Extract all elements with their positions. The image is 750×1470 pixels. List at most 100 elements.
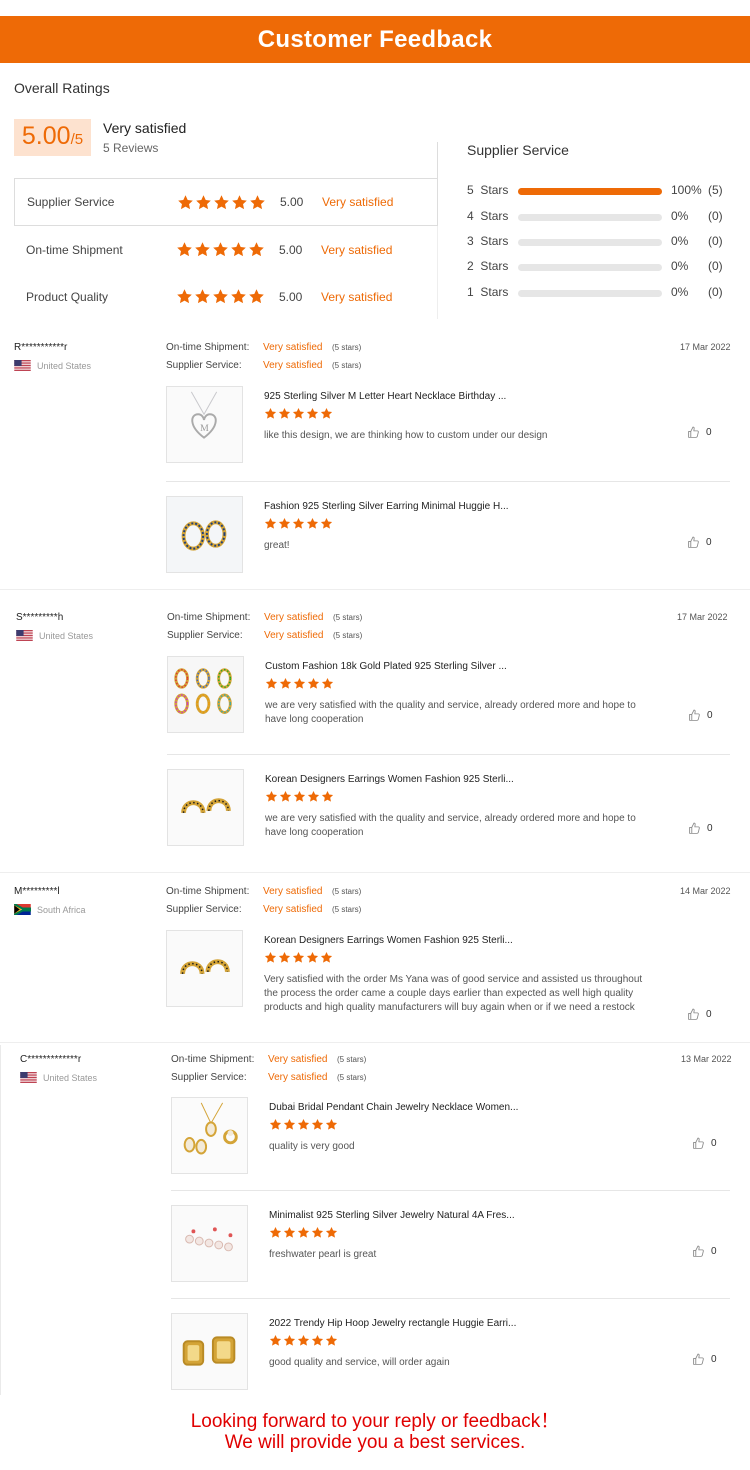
country-name: United States bbox=[39, 630, 94, 641]
star-level-label: 4 Stars bbox=[467, 209, 509, 223]
service-stars: (5 stars) bbox=[337, 1073, 367, 1082]
like-button[interactable]: 0 bbox=[692, 1245, 717, 1258]
product-title-link[interactable]: 2022 Trendy Hip Hoop Jewelry rectangle H… bbox=[269, 1318, 516, 1329]
star-level-count: (0) bbox=[708, 285, 723, 299]
star-level-percent: 0% bbox=[671, 285, 689, 299]
service-value: Very satisfied bbox=[264, 630, 324, 641]
star-level-count: (0) bbox=[708, 209, 723, 223]
star-icon bbox=[321, 677, 334, 690]
reviewer-name: C*************r bbox=[20, 1054, 82, 1065]
reviewer-country: South Africa bbox=[14, 904, 86, 915]
reviewed-product: M 925 Sterling Silver M Letter Heart Neck… bbox=[166, 386, 732, 496]
criteria-label: Product Quality bbox=[26, 289, 109, 304]
criteria-row-supplier-service: Supplier Service 5.00 Very satisfied bbox=[14, 179, 438, 226]
footer-message-line-2: We will provide you a best services. bbox=[224, 1432, 526, 1453]
reviewed-product: Dubai Bridal Pendant Chain Jewelry Neckl… bbox=[171, 1097, 737, 1205]
product-title-link[interactable]: Korean Designers Earrings Women Fashion … bbox=[265, 774, 514, 785]
product-title-link[interactable]: Fashion 925 Sterling Silver Earring Mini… bbox=[264, 501, 509, 512]
like-button[interactable]: 0 bbox=[688, 709, 713, 722]
footer-message-line-1: Looking forward to your reply or feedbac… bbox=[190, 1411, 560, 1432]
divider bbox=[437, 142, 438, 178]
criteria-row-on-time-shipment: On-time Shipment 5.00 Very satisfied bbox=[14, 226, 438, 273]
progress-bar-fill bbox=[518, 188, 662, 195]
review-date: 17 Mar 2022 bbox=[680, 342, 731, 352]
product-thumbnail[interactable] bbox=[166, 496, 243, 573]
like-button[interactable]: 0 bbox=[687, 1008, 712, 1021]
product-title-link[interactable]: Custom Fashion 18k Gold Plated 925 Sterl… bbox=[265, 661, 507, 672]
product-title-link[interactable]: Dubai Bridal Pendant Chain Jewelry Neckl… bbox=[269, 1102, 518, 1113]
star-icon bbox=[231, 194, 248, 211]
product-thumbnail[interactable] bbox=[171, 1313, 248, 1390]
product-thumbnail[interactable] bbox=[166, 930, 243, 1007]
service-stars: (5 stars) bbox=[332, 905, 362, 914]
shipment-label: On-time Shipment: bbox=[167, 612, 251, 623]
criteria-label: On-time Shipment bbox=[26, 242, 123, 257]
shipment-rating: On-time Shipment: Very satisfied (5 stars) bbox=[166, 886, 361, 897]
product-thumbnail[interactable] bbox=[167, 656, 244, 733]
like-button[interactable]: 0 bbox=[687, 536, 712, 549]
star-icon bbox=[176, 288, 193, 305]
thumbs-up-icon bbox=[692, 1245, 705, 1258]
shipment-label: On-time Shipment: bbox=[166, 342, 250, 353]
review-comment: quality is very good bbox=[269, 1141, 355, 1152]
star-icon bbox=[278, 407, 291, 420]
star-icon bbox=[176, 241, 193, 258]
product-title-link[interactable]: 925 Sterling Silver M Letter Heart Neckl… bbox=[264, 391, 506, 402]
shipment-value: Very satisfied bbox=[263, 342, 323, 353]
reviewer-name: M*********l bbox=[14, 886, 60, 897]
like-button[interactable]: 0 bbox=[692, 1137, 717, 1150]
product-thumbnail[interactable] bbox=[167, 769, 244, 846]
like-count: 0 bbox=[711, 1354, 717, 1365]
shipment-stars: (5 stars) bbox=[333, 613, 363, 622]
star-icon bbox=[194, 288, 211, 305]
star-level-label: 5 Stars bbox=[467, 183, 509, 197]
like-button[interactable]: 0 bbox=[688, 822, 713, 835]
shipment-value: Very satisfied bbox=[268, 1054, 328, 1065]
country-name: United States bbox=[43, 1072, 98, 1083]
criteria-text: Very satisfied bbox=[321, 289, 393, 304]
star-icon bbox=[297, 1334, 310, 1347]
country-flag-icon bbox=[16, 630, 33, 641]
star-icon bbox=[279, 790, 292, 803]
star-icon bbox=[195, 194, 212, 211]
star-icon bbox=[249, 194, 266, 211]
criteria-score: 5.00 bbox=[279, 242, 303, 257]
service-label: Supplier Service: bbox=[171, 1072, 247, 1083]
star-icon bbox=[292, 517, 305, 530]
service-value: Very satisfied bbox=[263, 360, 323, 371]
criteria-text: Very satisfied bbox=[322, 195, 394, 209]
review-comment: we are very satisfied with the quality a… bbox=[265, 700, 636, 725]
like-count: 0 bbox=[706, 427, 712, 438]
service-rating: Supplier Service: Very satisfied (5 stars) bbox=[166, 360, 361, 371]
service-stars: (5 stars) bbox=[332, 361, 362, 370]
like-button[interactable]: 0 bbox=[687, 426, 712, 439]
divider bbox=[171, 1298, 730, 1299]
country-flag-icon bbox=[14, 904, 31, 915]
star-icon bbox=[283, 1118, 296, 1131]
star-icon bbox=[278, 517, 291, 530]
reviewer-name: R***********r bbox=[14, 342, 68, 353]
shipment-rating: On-time Shipment: Very satisfied (5 stars) bbox=[171, 1054, 366, 1065]
star-icon bbox=[320, 407, 333, 420]
product-title-link[interactable]: Minimalist 925 Sterling Silver Jewelry N… bbox=[269, 1210, 515, 1221]
star-icon bbox=[293, 677, 306, 690]
product-thumbnail[interactable] bbox=[171, 1205, 248, 1282]
star-icon bbox=[306, 407, 319, 420]
star-icon bbox=[265, 677, 278, 690]
product-title-link[interactable]: Korean Designers Earrings Women Fashion … bbox=[264, 935, 513, 946]
progress-bar bbox=[518, 188, 662, 195]
product-thumbnail[interactable] bbox=[171, 1097, 248, 1174]
product-thumbnail[interactable]: M bbox=[166, 386, 243, 463]
product-star-rating bbox=[265, 790, 334, 803]
supplier-service-title: Supplier Service bbox=[467, 142, 569, 158]
shipment-rating: On-time Shipment: Very satisfied (5 stars) bbox=[167, 612, 362, 623]
star-icon bbox=[325, 1226, 338, 1239]
review-comment: Very satisfied with the order Ms Yana wa… bbox=[264, 974, 643, 1013]
like-button[interactable]: 0 bbox=[692, 1353, 717, 1366]
star-icon bbox=[269, 1226, 282, 1239]
star-icon bbox=[264, 951, 277, 964]
star-icon bbox=[325, 1118, 338, 1131]
page-banner: Customer Feedback bbox=[0, 16, 750, 63]
thumbs-up-icon bbox=[687, 426, 700, 439]
service-rating: Supplier Service: Very satisfied (5 stars) bbox=[167, 630, 362, 641]
